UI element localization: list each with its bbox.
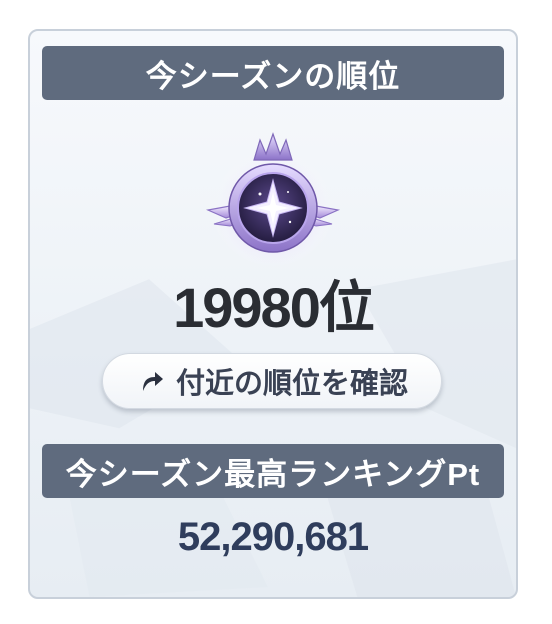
- season-best-points-value: 52,290,681: [177, 515, 369, 559]
- season-best-points-header: 今シーズン最高ランキングPt: [42, 444, 504, 498]
- curved-arrow-icon: [136, 366, 166, 396]
- star-compass-medal-icon: [205, 132, 341, 266]
- season-ranking-panel: 今シーズンの順位 19980位 付近の順位を確認 今シーズン最高ランキングPt …: [28, 29, 518, 599]
- check-nearby-ranks-button[interactable]: 付近の順位を確認: [102, 353, 442, 409]
- check-nearby-ranks-label: 付近の順位を確認: [175, 368, 408, 400]
- rank-value: 19980位: [173, 276, 375, 339]
- current-season-rank-header: 今シーズンの順位: [42, 46, 504, 100]
